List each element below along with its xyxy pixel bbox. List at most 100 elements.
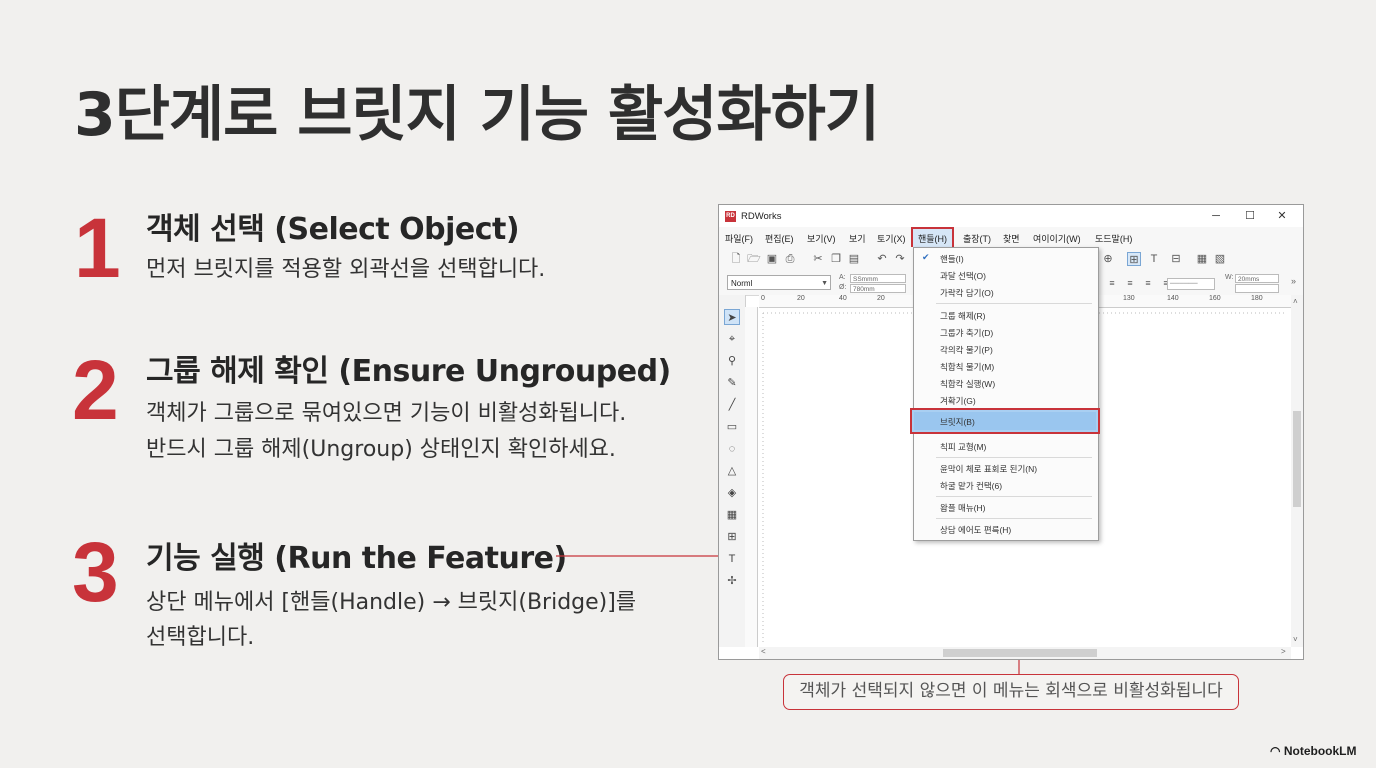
vertical-ruler bbox=[745, 307, 758, 647]
ruler-label: 20 bbox=[797, 295, 805, 302]
field-w-label: W: bbox=[1225, 274, 1234, 281]
notebooklm-logo-icon: ◠ bbox=[1270, 744, 1281, 758]
menu-view-2[interactable]: 보기 bbox=[849, 232, 866, 245]
menu-item-offset[interactable]: 겨확기(G) bbox=[940, 395, 976, 407]
device-icon[interactable]: ▦ bbox=[1195, 252, 1209, 266]
window-titlebar: RD RDWorks ─ ☐ ✕ bbox=[719, 205, 1303, 227]
close-button[interactable]: ✕ bbox=[1271, 208, 1293, 224]
menu-item-sample-menu[interactable]: 왐플 매뉴(H) bbox=[940, 502, 985, 514]
menu-item-contour[interactable]: 하굴 맡가 컨택(6) bbox=[940, 480, 1002, 492]
distribute-icon[interactable]: ⊟ bbox=[1169, 252, 1183, 266]
polygon-tool-icon[interactable]: △ bbox=[724, 463, 740, 479]
menu-item-combine-a[interactable]: 각의칵 물기(P) bbox=[940, 344, 993, 356]
menu-edit[interactable]: 편집(E) bbox=[765, 232, 794, 245]
minimize-button[interactable]: ─ bbox=[1205, 208, 1227, 224]
field-w-input[interactable]: 20mms bbox=[1235, 274, 1279, 283]
menu-separator bbox=[936, 496, 1092, 497]
cut-icon[interactable]: ✂ bbox=[811, 252, 825, 266]
horizontal-scrollbar[interactable]: < > bbox=[759, 647, 1291, 659]
scroll-up-icon[interactable]: ˄ bbox=[1293, 297, 1298, 306]
zoom-tool-icon[interactable]: ⚲ bbox=[724, 353, 740, 369]
rdworks-window: RD RDWorks ─ ☐ ✕ 파일(F) 편집(E) 보기(V) 보기 토기… bbox=[718, 204, 1304, 660]
brand-name: NotebookLM bbox=[1283, 744, 1357, 758]
menu-item-combine-b[interactable]: 칙합칙 물기(M) bbox=[940, 361, 994, 373]
menu-item-close-path[interactable]: 가락칵 담기(O) bbox=[940, 287, 994, 299]
menu-separator bbox=[936, 303, 1092, 304]
print-icon[interactable]: ⎙ bbox=[783, 252, 797, 266]
font-combo-value: Norml bbox=[731, 279, 753, 288]
vertical-scroll-thumb[interactable] bbox=[1293, 411, 1301, 507]
layer-icon[interactable]: ▧ bbox=[1213, 252, 1227, 266]
menu-item-bridge[interactable]: 브릿지(B) bbox=[940, 416, 975, 428]
menu-handle[interactable]: 핸들(H) bbox=[911, 227, 955, 249]
field-a-input[interactable]: SSmmm bbox=[850, 274, 906, 283]
new-file-icon[interactable]: 🗋 bbox=[729, 252, 743, 266]
grid-tool-icon[interactable]: ▦ bbox=[724, 507, 740, 523]
field-h-input[interactable] bbox=[1235, 284, 1279, 293]
menu-help[interactable]: 도드말(H) bbox=[1095, 232, 1132, 245]
text-tool-side-icon[interactable]: T bbox=[724, 551, 740, 567]
array-tool-icon[interactable]: ⊞ bbox=[724, 529, 740, 545]
bridge-highlight bbox=[910, 408, 1100, 434]
text-tool-icon[interactable]: T bbox=[1147, 252, 1161, 266]
align-left-icon[interactable]: ≡ bbox=[1105, 276, 1119, 290]
menu-item-ungroup[interactable]: 그룹 해제(R) bbox=[940, 310, 985, 322]
line-tool-icon[interactable]: ╱ bbox=[724, 397, 740, 413]
check-icon: ✔ bbox=[922, 252, 930, 262]
menu-item-top-editor[interactable]: 상담 에어도 편륵(H) bbox=[940, 524, 1011, 536]
drawing-toolbox: ➤ ⌖ ⚲ ✎ ╱ ▭ ◌ △ ◈ ▦ ⊞ T ✢ bbox=[719, 295, 746, 647]
scroll-left-icon[interactable]: < bbox=[761, 647, 766, 656]
brand-mark: ◠ NotebookLM bbox=[1270, 744, 1356, 758]
window-title: RDWorks bbox=[741, 211, 782, 222]
maximize-button[interactable]: ☐ bbox=[1239, 208, 1261, 224]
menu-separator bbox=[936, 457, 1092, 458]
handle-menu-dropdown: ✔ 핸들(I) 과달 선택(O) 가락칵 담기(O) 그룹 해제(R) 그룹갸 … bbox=[910, 247, 1100, 541]
line-style-select[interactable]: ────── bbox=[1167, 278, 1215, 290]
menu-bar: 파일(F) 편집(E) 보기(V) 보기 토기(X) 핸들(H) 출장(T) 찾… bbox=[719, 227, 1303, 249]
menu-item-handle[interactable]: 핸들(I) bbox=[940, 253, 964, 265]
menu-file[interactable]: 파일(F) bbox=[725, 232, 753, 245]
node-edit-icon[interactable]: ⌖ bbox=[724, 331, 740, 347]
menu-tools[interactable]: 토기(X) bbox=[877, 232, 906, 245]
copy-icon[interactable]: ❐ bbox=[829, 252, 843, 266]
fill-tool-icon[interactable]: ◈ bbox=[724, 485, 740, 501]
menu-item-outline-select[interactable]: 과달 선택(O) bbox=[940, 270, 986, 282]
menu-search[interactable]: 찾면 bbox=[1003, 232, 1020, 245]
vertical-scrollbar[interactable]: ˄ ˅ bbox=[1291, 295, 1303, 647]
select-arrow-icon[interactable]: ➤ bbox=[724, 309, 740, 325]
menu-window[interactable]: 여이이기(W) bbox=[1033, 232, 1081, 245]
open-folder-icon[interactable]: 🗁 bbox=[747, 252, 761, 266]
field-b-label: Ø: bbox=[839, 284, 847, 291]
origin-tool-icon[interactable]: ✢ bbox=[724, 573, 740, 589]
ruler-label: 130 bbox=[1123, 295, 1135, 302]
chevron-down-icon: ▼ bbox=[821, 280, 828, 287]
font-combo[interactable]: Norml ▼ bbox=[727, 275, 831, 290]
rectangle-tool-icon[interactable]: ▭ bbox=[724, 419, 740, 435]
save-icon[interactable]: ▣ bbox=[765, 252, 779, 266]
align-right-icon[interactable]: ≡ bbox=[1141, 276, 1155, 290]
menu-item-convert-curve[interactable]: 윤막이 체로 표회로 된기(N) bbox=[940, 463, 1037, 475]
pen-icon[interactable]: ✎ bbox=[724, 375, 740, 391]
undo-icon[interactable]: ↶ bbox=[875, 252, 889, 266]
menu-item-smooth[interactable]: 칙피 교형(M) bbox=[940, 441, 986, 453]
horizontal-scroll-thumb[interactable] bbox=[943, 649, 1097, 657]
zoom-icon[interactable]: ⊕ bbox=[1101, 252, 1115, 266]
align-center-icon[interactable]: ≡ bbox=[1123, 276, 1137, 290]
ruler-label: 180 bbox=[1251, 295, 1263, 302]
menu-view[interactable]: 보기(V) bbox=[807, 232, 836, 245]
menu-item-group[interactable]: 그룹갸 축기(D) bbox=[940, 327, 993, 339]
ruler-label: 140 bbox=[1167, 295, 1179, 302]
menu-item-combine-run[interactable]: 칙합칵 실행(W) bbox=[940, 378, 995, 390]
scroll-right-icon[interactable]: > bbox=[1281, 647, 1286, 656]
paste-icon[interactable]: ▤ bbox=[847, 252, 861, 266]
scroll-down-icon[interactable]: ˅ bbox=[1293, 635, 1298, 644]
menu-output[interactable]: 출장(T) bbox=[963, 232, 991, 245]
menu-separator bbox=[936, 518, 1092, 519]
ruler-label: 160 bbox=[1209, 295, 1221, 302]
ellipse-tool-icon[interactable]: ◌ bbox=[724, 441, 740, 457]
rdworks-app-icon: RD bbox=[725, 211, 736, 222]
field-b-input[interactable]: 780mm bbox=[850, 284, 906, 293]
redo-icon[interactable]: ↷ bbox=[893, 252, 907, 266]
toolbar-overflow-icon[interactable]: » bbox=[1291, 276, 1296, 286]
align-tool-icon[interactable]: ⊞ bbox=[1127, 252, 1141, 266]
